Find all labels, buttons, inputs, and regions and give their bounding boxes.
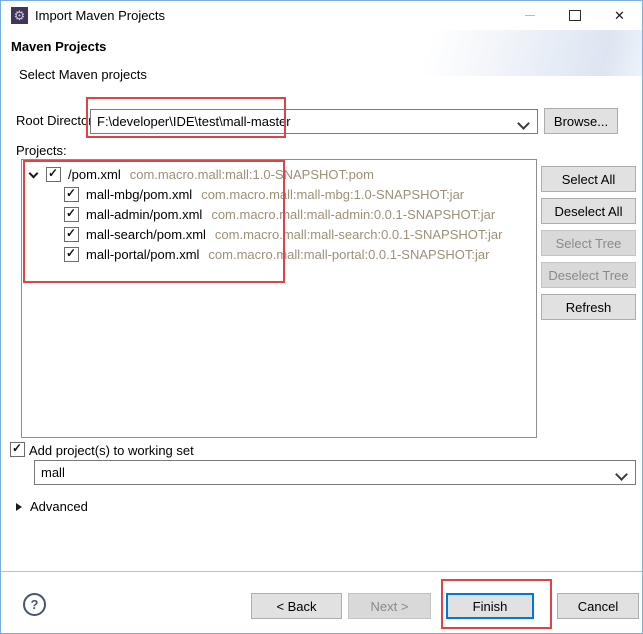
refresh-button[interactable]: Refresh (541, 294, 636, 320)
root-directory-combo[interactable]: F:\developer\IDE\test\mall-master (90, 109, 538, 134)
projects-tree[interactable]: /pom.xml com.macro.mall:mall:1.0-SNAPSHO… (21, 159, 537, 438)
maximize-icon (569, 10, 581, 21)
help-button[interactable]: ? (23, 593, 46, 616)
expander-chevron-down-icon[interactable] (28, 172, 46, 177)
footer-separator (1, 571, 642, 572)
tree-item-label: mall-mbg/pom.xml (86, 187, 192, 202)
close-icon: ✕ (614, 8, 625, 24)
working-set-combo[interactable]: mall (34, 460, 636, 485)
tree-item-info: com.macro.mall:mall-search:0.0.1-SNAPSHO… (215, 227, 503, 242)
close-button[interactable]: ✕ (597, 1, 642, 30)
tree-row[interactable]: mall-admin/pom.xml com.macro.mall:mall-a… (22, 204, 536, 224)
deselect-tree-button: Deselect Tree (541, 262, 636, 288)
deselect-all-button[interactable]: Deselect All (541, 198, 636, 224)
back-button[interactable]: < Back (251, 593, 342, 619)
header-banner-gradient (312, 30, 642, 76)
question-icon: ? (31, 597, 39, 612)
tree-item-info: com.macro.mall:mall:1.0-SNAPSHOT:pom (130, 167, 374, 182)
root-directory-value: F:\developer\IDE\test\mall-master (97, 114, 291, 129)
tree-row[interactable]: /pom.xml com.macro.mall:mall:1.0-SNAPSHO… (22, 164, 536, 184)
next-button: Next > (348, 593, 431, 619)
tree-row[interactable]: mall-portal/pom.xml com.macro.mall:mall-… (22, 244, 536, 264)
tree-item-info: com.macro.mall:mall-portal:0.0.1-SNAPSHO… (208, 247, 489, 262)
checkbox[interactable] (64, 207, 79, 222)
select-all-button[interactable]: Select All (541, 166, 636, 192)
advanced-expander[interactable]: Advanced (16, 499, 88, 514)
tree-row[interactable]: mall-search/pom.xml com.macro.mall:mall-… (22, 224, 536, 244)
minimize-icon (525, 15, 535, 16)
tree-item-info: com.macro.mall:mall-admin:0.0.1-SNAPSHOT… (211, 207, 495, 222)
cancel-button[interactable]: Cancel (557, 593, 639, 619)
tree-item-label: mall-portal/pom.xml (86, 247, 199, 262)
title-bar[interactable]: ⚙ Import Maven Projects ✕ (1, 1, 642, 30)
page-subtitle: Select Maven projects (19, 67, 147, 82)
working-set-value: mall (41, 465, 65, 480)
wizard-header: Maven Projects Select Maven projects (1, 30, 642, 97)
checkbox[interactable] (64, 227, 79, 242)
import-maven-projects-dialog: ⚙ Import Maven Projects ✕ Maven Projects… (0, 0, 643, 634)
chevron-down-icon[interactable] (617, 467, 626, 482)
checkbox[interactable] (46, 167, 61, 182)
working-set-checkbox[interactable] (10, 442, 25, 457)
page-title: Maven Projects (11, 39, 106, 54)
maven-gear-icon: ⚙ (11, 7, 28, 24)
window-controls: ✕ (507, 1, 642, 30)
chevron-down-icon[interactable] (519, 116, 528, 131)
tree-item-label: mall-admin/pom.xml (86, 207, 202, 222)
minimize-button[interactable] (507, 1, 552, 30)
tree-row[interactable]: mall-mbg/pom.xml com.macro.mall:mall-mbg… (22, 184, 536, 204)
tree-item-label: mall-search/pom.xml (86, 227, 206, 242)
working-set-label: Add project(s) to working set (29, 443, 194, 458)
checkbox[interactable] (64, 247, 79, 262)
tree-item-label: /pom.xml (68, 167, 121, 182)
finish-button[interactable]: Finish (446, 593, 534, 619)
browse-button[interactable]: Browse... (544, 108, 618, 134)
projects-label: Projects: (16, 143, 67, 158)
window-title: Import Maven Projects (35, 8, 165, 23)
advanced-label: Advanced (30, 499, 88, 514)
tree-item-info: com.macro.mall:mall-mbg:1.0-SNAPSHOT:jar (201, 187, 464, 202)
select-tree-button: Select Tree (541, 230, 636, 256)
checkbox[interactable] (64, 187, 79, 202)
triangle-right-icon (16, 503, 22, 511)
maximize-button[interactable] (552, 1, 597, 30)
